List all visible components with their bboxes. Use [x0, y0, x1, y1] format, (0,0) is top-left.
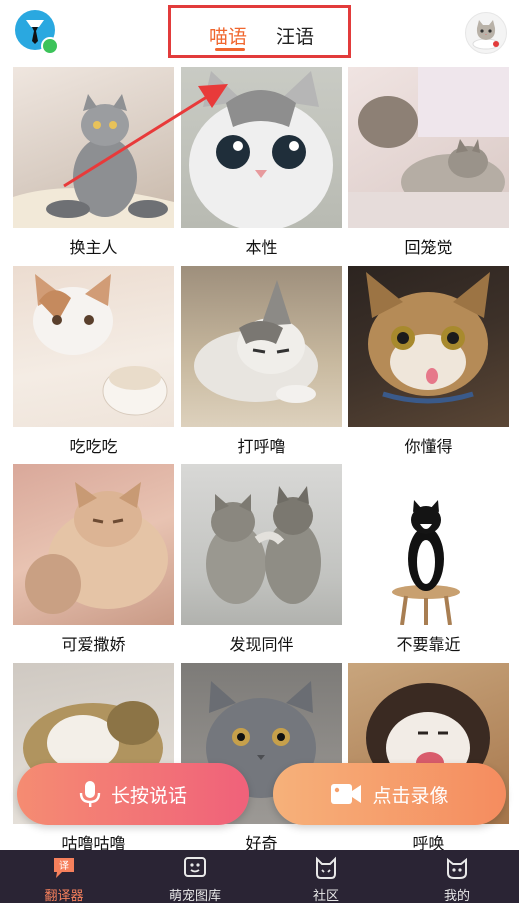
- sound-card-label: 可爱撒娇: [61, 635, 126, 654]
- link-badge-icon: [41, 37, 59, 55]
- sound-card-label: 吃吃吃: [69, 437, 118, 456]
- sound-card[interactable]: 本性: [181, 67, 342, 257]
- sound-card[interactable]: 回笼觉: [348, 67, 509, 257]
- video-camera-icon: [330, 782, 362, 806]
- sound-card-label: 打呼噜: [237, 437, 286, 456]
- gallery-icon: [184, 857, 206, 877]
- sound-card[interactable]: 你懂得: [348, 266, 509, 456]
- active-tab-indicator: [215, 48, 245, 51]
- cat-photo: [181, 266, 342, 427]
- tab-meow[interactable]: 喵语: [209, 22, 247, 49]
- sound-card[interactable]: 可爱撒娇: [13, 464, 174, 654]
- cat-photo: [13, 266, 174, 427]
- sound-card[interactable]: 吃吃吃: [13, 266, 174, 456]
- microphone-icon: [79, 780, 101, 808]
- nav-label-gallery: 萌宠图库: [168, 889, 221, 904]
- hold-to-talk-label: 长按说话: [110, 784, 187, 807]
- cat-avatar-icon: [472, 20, 500, 50]
- hold-to-talk-button[interactable]: 长按说话: [17, 763, 249, 825]
- cat-photo: [348, 464, 509, 625]
- sound-card[interactable]: 发现同伴: [181, 464, 342, 654]
- sound-card-label: 你懂得: [404, 437, 453, 456]
- record-video-label: 点击录像: [372, 784, 449, 807]
- language-tab-switcher: 喵语 汪语: [168, 5, 351, 58]
- nav-item-translator[interactable]: 译 翻译器: [14, 850, 114, 904]
- cat-photo: [13, 464, 174, 625]
- nav-label-translator: 翻译器: [44, 889, 84, 904]
- nav-item-community[interactable]: 社区: [276, 850, 376, 904]
- profile-cat-icon: [447, 857, 467, 879]
- bottom-navigation: 译 翻译器 萌宠图库 社区 我的: [0, 850, 519, 904]
- cat-photo: [181, 464, 342, 625]
- sound-card-label: 发现同伴: [229, 635, 294, 654]
- nav-item-profile[interactable]: 我的: [407, 850, 507, 904]
- sound-card-label: 不要靠近: [396, 635, 461, 654]
- sound-card[interactable]: 打呼噜: [181, 266, 342, 456]
- top-header: 喵语 汪语: [0, 0, 519, 62]
- record-video-button[interactable]: 点击录像: [273, 763, 506, 825]
- cat-photo: [348, 67, 509, 228]
- sound-card-label: 换主人: [69, 238, 118, 257]
- sound-card[interactable]: 换主人: [13, 67, 174, 257]
- cat-photo: [348, 266, 509, 427]
- translate-icon: 译: [54, 858, 74, 878]
- sound-card-label: 回笼觉: [404, 238, 453, 257]
- tab-woof[interactable]: 汪语: [276, 22, 314, 49]
- nav-label-profile: 我的: [443, 889, 470, 904]
- user-avatar[interactable]: [465, 12, 507, 54]
- sound-card[interactable]: 不要靠近: [348, 464, 509, 654]
- cat-photo: [181, 67, 342, 228]
- nav-label-community: 社区: [312, 889, 339, 904]
- sound-card-label: 本性: [245, 238, 278, 257]
- community-cat-icon: [316, 856, 336, 879]
- translate-badge: 译: [59, 860, 69, 872]
- nav-item-gallery[interactable]: 萌宠图库: [145, 850, 245, 904]
- cat-photo: [13, 67, 174, 228]
